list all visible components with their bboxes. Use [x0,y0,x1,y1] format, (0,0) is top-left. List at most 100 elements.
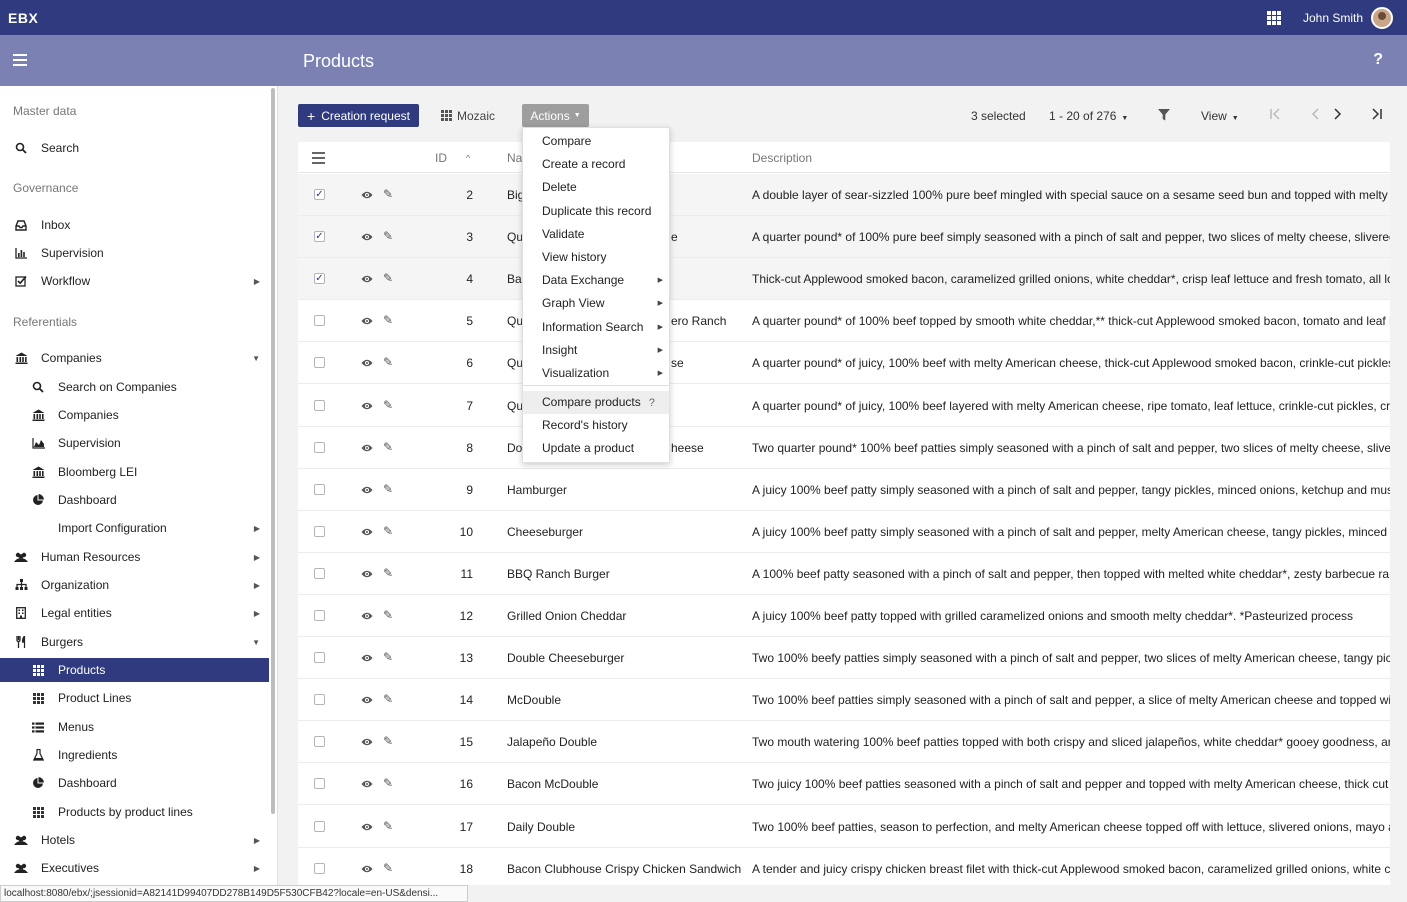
user-name[interactable]: John Smith [1303,11,1363,25]
menu-item[interactable]: Information Search ▶ [523,316,669,339]
row-checkbox[interactable] [314,441,325,453]
menu-item[interactable]: Graph View ▶ [523,292,669,315]
row-checkbox[interactable] [314,820,325,832]
row-checkbox[interactable] [314,778,325,790]
pencil-icon[interactable]: ✎ [383,819,393,833]
row-checkbox[interactable]: ✓ [314,231,325,243]
pencil-icon[interactable]: ✎ [383,229,393,243]
sidebar-item-import-configuration[interactable]: Import Configuration ▶ [0,516,269,540]
column-header-name[interactable]: Na [507,151,522,165]
table-row[interactable]: ✎ 15 Jalapeño Double Two mouth watering 100… [298,721,1390,764]
last-page-icon[interactable] [1372,108,1382,123]
pencil-icon[interactable]: ✎ [383,861,393,875]
menu-item[interactable]: Visualization ▶ [523,362,669,385]
sidebar-item-human-resources[interactable]: Human Resources ▶ [0,545,269,569]
filter-icon[interactable] [1158,109,1170,124]
eye-icon[interactable] [361,735,373,747]
avatar[interactable] [1371,6,1393,29]
sidebar-item-workflow[interactable]: Workflow ▶ [0,269,269,293]
menu-item[interactable]: Compare products? [523,391,669,414]
menu-item[interactable]: View history [523,246,669,269]
sidebar-item-executives[interactable]: Executives ▶ [0,856,269,880]
row-checkbox[interactable] [314,399,325,411]
table-row[interactable]: ✎ 7 Qu A quarter pound* of juicy, 100% beef… [298,385,1390,427]
hamburger-menu-icon[interactable] [13,54,27,66]
table-row[interactable]: ✎ 13 Double Cheeseburger Two 100% beefy pat… [298,637,1390,680]
pencil-icon[interactable]: ✎ [383,482,393,496]
table-row[interactable]: ✎ 10 Cheeseburger A juicy 100% beef patty s… [298,511,1390,553]
menu-item[interactable]: Validate [523,223,669,246]
table-row[interactable]: ✎ 9 Hamburger A juicy 100% beef patty simpl… [298,469,1390,511]
sidebar-item-bloomberg-lei[interactable]: Bloomberg LEI [0,460,269,484]
sidebar-scrollbar[interactable] [271,88,275,814]
table-row[interactable]: ✓ ✎ 4 Ba Thick-cut Applewood smoked bacon, c… [298,258,1390,301]
sidebar-item-product-lines[interactable]: Product Lines [0,686,269,710]
sidebar-item-companies-dashboard[interactable]: Dashboard [0,488,269,512]
eye-icon[interactable] [361,777,373,789]
row-checkbox[interactable] [314,862,325,874]
table-row[interactable]: ✎ 17 Daily Double Two 100% beef patties, se… [298,806,1390,848]
sidebar-item-legal-entities[interactable]: Legal entities ▶ [0,601,269,625]
eye-icon[interactable] [361,314,373,326]
row-checkbox[interactable] [314,525,325,537]
column-menu-icon[interactable] [312,152,325,164]
apps-grid-icon[interactable] [1266,10,1281,25]
sidebar-item-hotels[interactable]: Hotels ▶ [0,828,269,852]
menu-item[interactable]: Data Exchange ▶ [523,269,669,292]
table-row[interactable]: ✓ ✎ 2 Big A double layer of sear-sizzled 100… [298,174,1390,216]
eye-icon[interactable] [361,862,373,874]
eye-icon[interactable] [361,820,373,832]
eye-icon[interactable] [361,483,373,495]
eye-icon[interactable] [361,230,373,242]
menu-item[interactable]: Record's history [523,414,669,437]
view-dropdown[interactable]: View ▼ [1201,109,1239,123]
pencil-icon[interactable]: ✎ [383,776,393,790]
pencil-icon[interactable]: ✎ [383,187,393,201]
eye-icon[interactable] [361,188,373,200]
sort-asc-icon[interactable]: ^ [466,153,470,163]
menu-item[interactable]: Create a record [523,153,669,176]
pencil-icon[interactable]: ✎ [383,650,393,664]
table-row[interactable]: ✎ 12 Grilled Onion Cheddar A juicy 100% bee… [298,595,1390,637]
table-row[interactable]: ✓ ✎ 3 Qu A quarter pound* of 100% pure beef … [298,216,1390,259]
pencil-icon[interactable]: ✎ [383,355,393,369]
pencil-icon[interactable]: ✎ [383,271,393,285]
sidebar-item-companies-supervision[interactable]: Supervision [0,431,269,455]
mozaic-button[interactable]: Mozaic [441,104,495,127]
help-icon[interactable]: ? [649,397,655,409]
menu-item[interactable]: Update a product [523,437,669,460]
pencil-icon[interactable]: ✎ [383,608,393,622]
pencil-icon[interactable]: ✎ [383,692,393,706]
first-page-icon[interactable] [1270,108,1280,123]
row-checkbox[interactable] [314,315,325,327]
row-checkbox[interactable] [314,357,325,369]
pencil-icon[interactable]: ✎ [383,313,393,327]
row-checkbox[interactable] [314,736,325,748]
eye-icon[interactable] [361,525,373,537]
eye-icon[interactable] [361,399,373,411]
table-row[interactable]: ✎ 11 BBQ Ranch Burger A 100% beef patty sea… [298,553,1390,595]
sidebar-item-products-by-product-lines[interactable]: Products by product lines [0,800,269,824]
row-checkbox[interactable] [314,652,325,664]
creation-request-button[interactable]: + Creation request [298,104,419,127]
eye-icon[interactable] [361,356,373,368]
table-row[interactable]: ✎ 18 Bacon Clubhouse Crispy Chicken Sandwi… [298,848,1390,885]
menu-item[interactable]: Delete [523,176,669,199]
column-header-id[interactable]: ID [435,151,447,165]
table-row[interactable]: ✎ 5 Qu A quarter pound* of 100% beef topped… [298,300,1390,343]
pencil-icon[interactable]: ✎ [383,734,393,748]
menu-item[interactable]: Duplicate this record [523,200,669,223]
table-row[interactable]: ✎ 14 McDouble Two 100% beef patties simply … [298,679,1390,722]
sidebar-item-search[interactable]: Search [0,136,269,160]
table-row[interactable]: ✎ 6 Qu A quarter pound* of juicy, 100% beef… [298,342,1390,385]
sidebar-item-organization[interactable]: Organization ▶ [0,573,269,597]
sidebar-item-burgers[interactable]: Burgers ▼ [0,630,269,654]
help-icon[interactable]: ? [1373,51,1383,69]
sidebar-item-menus[interactable]: Menus [0,715,269,739]
table-row[interactable]: ✎ 16 Bacon McDouble Two juicy 100% beef pat… [298,763,1390,806]
sidebar-item-inbox[interactable]: Inbox [0,213,269,237]
sidebar-item-ingredients[interactable]: Ingredients [0,743,269,767]
sidebar-item-products[interactable]: Products [0,658,269,682]
pagination-dropdown[interactable]: 1 - 20 of 276 ▼ [1049,109,1128,123]
pencil-icon[interactable]: ✎ [383,566,393,580]
